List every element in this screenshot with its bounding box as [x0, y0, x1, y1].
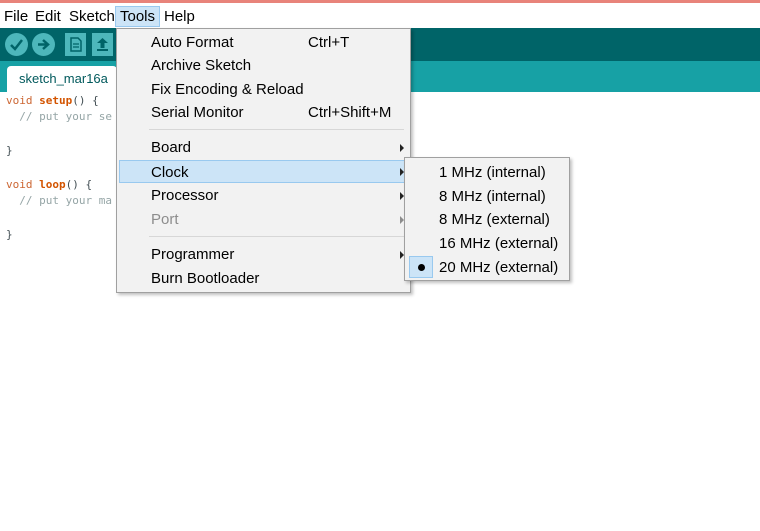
clock-option-8mhz-external[interactable]: 8 MHz (external) [407, 208, 567, 231]
new-button[interactable] [65, 33, 86, 56]
code-line-2: // put your se [6, 110, 112, 123]
upload-icon [38, 39, 50, 50]
tools-menu: Auto Format Ctrl+T Archive Sketch Fix En… [116, 28, 411, 293]
code-line-5: // put your ma [6, 194, 112, 207]
code-line-6: } [6, 228, 13, 241]
menu-file[interactable]: File [0, 6, 32, 27]
clock-option-1mhz-internal[interactable]: 1 MHz (internal) [407, 161, 567, 184]
menu-sketch[interactable]: Sketch [65, 6, 119, 27]
code-line-4: void loop() { [6, 178, 93, 191]
menu-separator [149, 129, 404, 130]
menu-item-fix-encoding[interactable]: Fix Encoding & Reload [119, 78, 408, 101]
submenu-arrow-icon [400, 144, 404, 152]
verify-button[interactable] [5, 33, 28, 56]
verify-icon [10, 39, 23, 51]
menu-item-board[interactable]: Board [119, 136, 408, 159]
menu-item-clock[interactable]: Clock [119, 160, 408, 183]
menu-item-programmer[interactable]: Programmer [119, 243, 408, 266]
menu-item-port: Port [119, 208, 408, 231]
code-line-3: } [6, 144, 13, 157]
clock-option-16mhz-external[interactable]: 16 MHz (external) [407, 232, 567, 255]
menu-item-burn-bootloader[interactable]: Burn Bootloader [119, 267, 408, 290]
menu-help[interactable]: Help [160, 6, 199, 27]
menu-item-auto-format[interactable]: Auto Format Ctrl+T [119, 31, 408, 54]
radio-dot-icon [418, 264, 425, 271]
tab-sketch[interactable]: sketch_mar16a [7, 66, 117, 92]
clock-option-20mhz-external[interactable]: 20 MHz (external) [407, 256, 567, 279]
new-icon [70, 37, 82, 52]
open-button[interactable] [92, 33, 113, 56]
menu-bar: File Edit Sketch Tools Help [0, 3, 760, 28]
selected-radio-indicator [409, 256, 433, 278]
clock-option-8mhz-internal[interactable]: 8 MHz (internal) [407, 185, 567, 208]
menu-item-serial-monitor[interactable]: Serial Monitor Ctrl+Shift+M [119, 101, 408, 124]
code-line-1: void setup() { [6, 94, 99, 107]
menu-separator [149, 236, 404, 237]
menu-item-archive-sketch[interactable]: Archive Sketch [119, 54, 408, 77]
upload-button[interactable] [32, 33, 55, 56]
open-icon [97, 38, 108, 51]
menu-edit[interactable]: Edit [31, 6, 65, 27]
menu-tools[interactable]: Tools [115, 6, 161, 27]
menu-item-processor[interactable]: Processor [119, 184, 408, 207]
clock-submenu: 1 MHz (internal) 8 MHz (internal) 8 MHz … [404, 157, 570, 281]
